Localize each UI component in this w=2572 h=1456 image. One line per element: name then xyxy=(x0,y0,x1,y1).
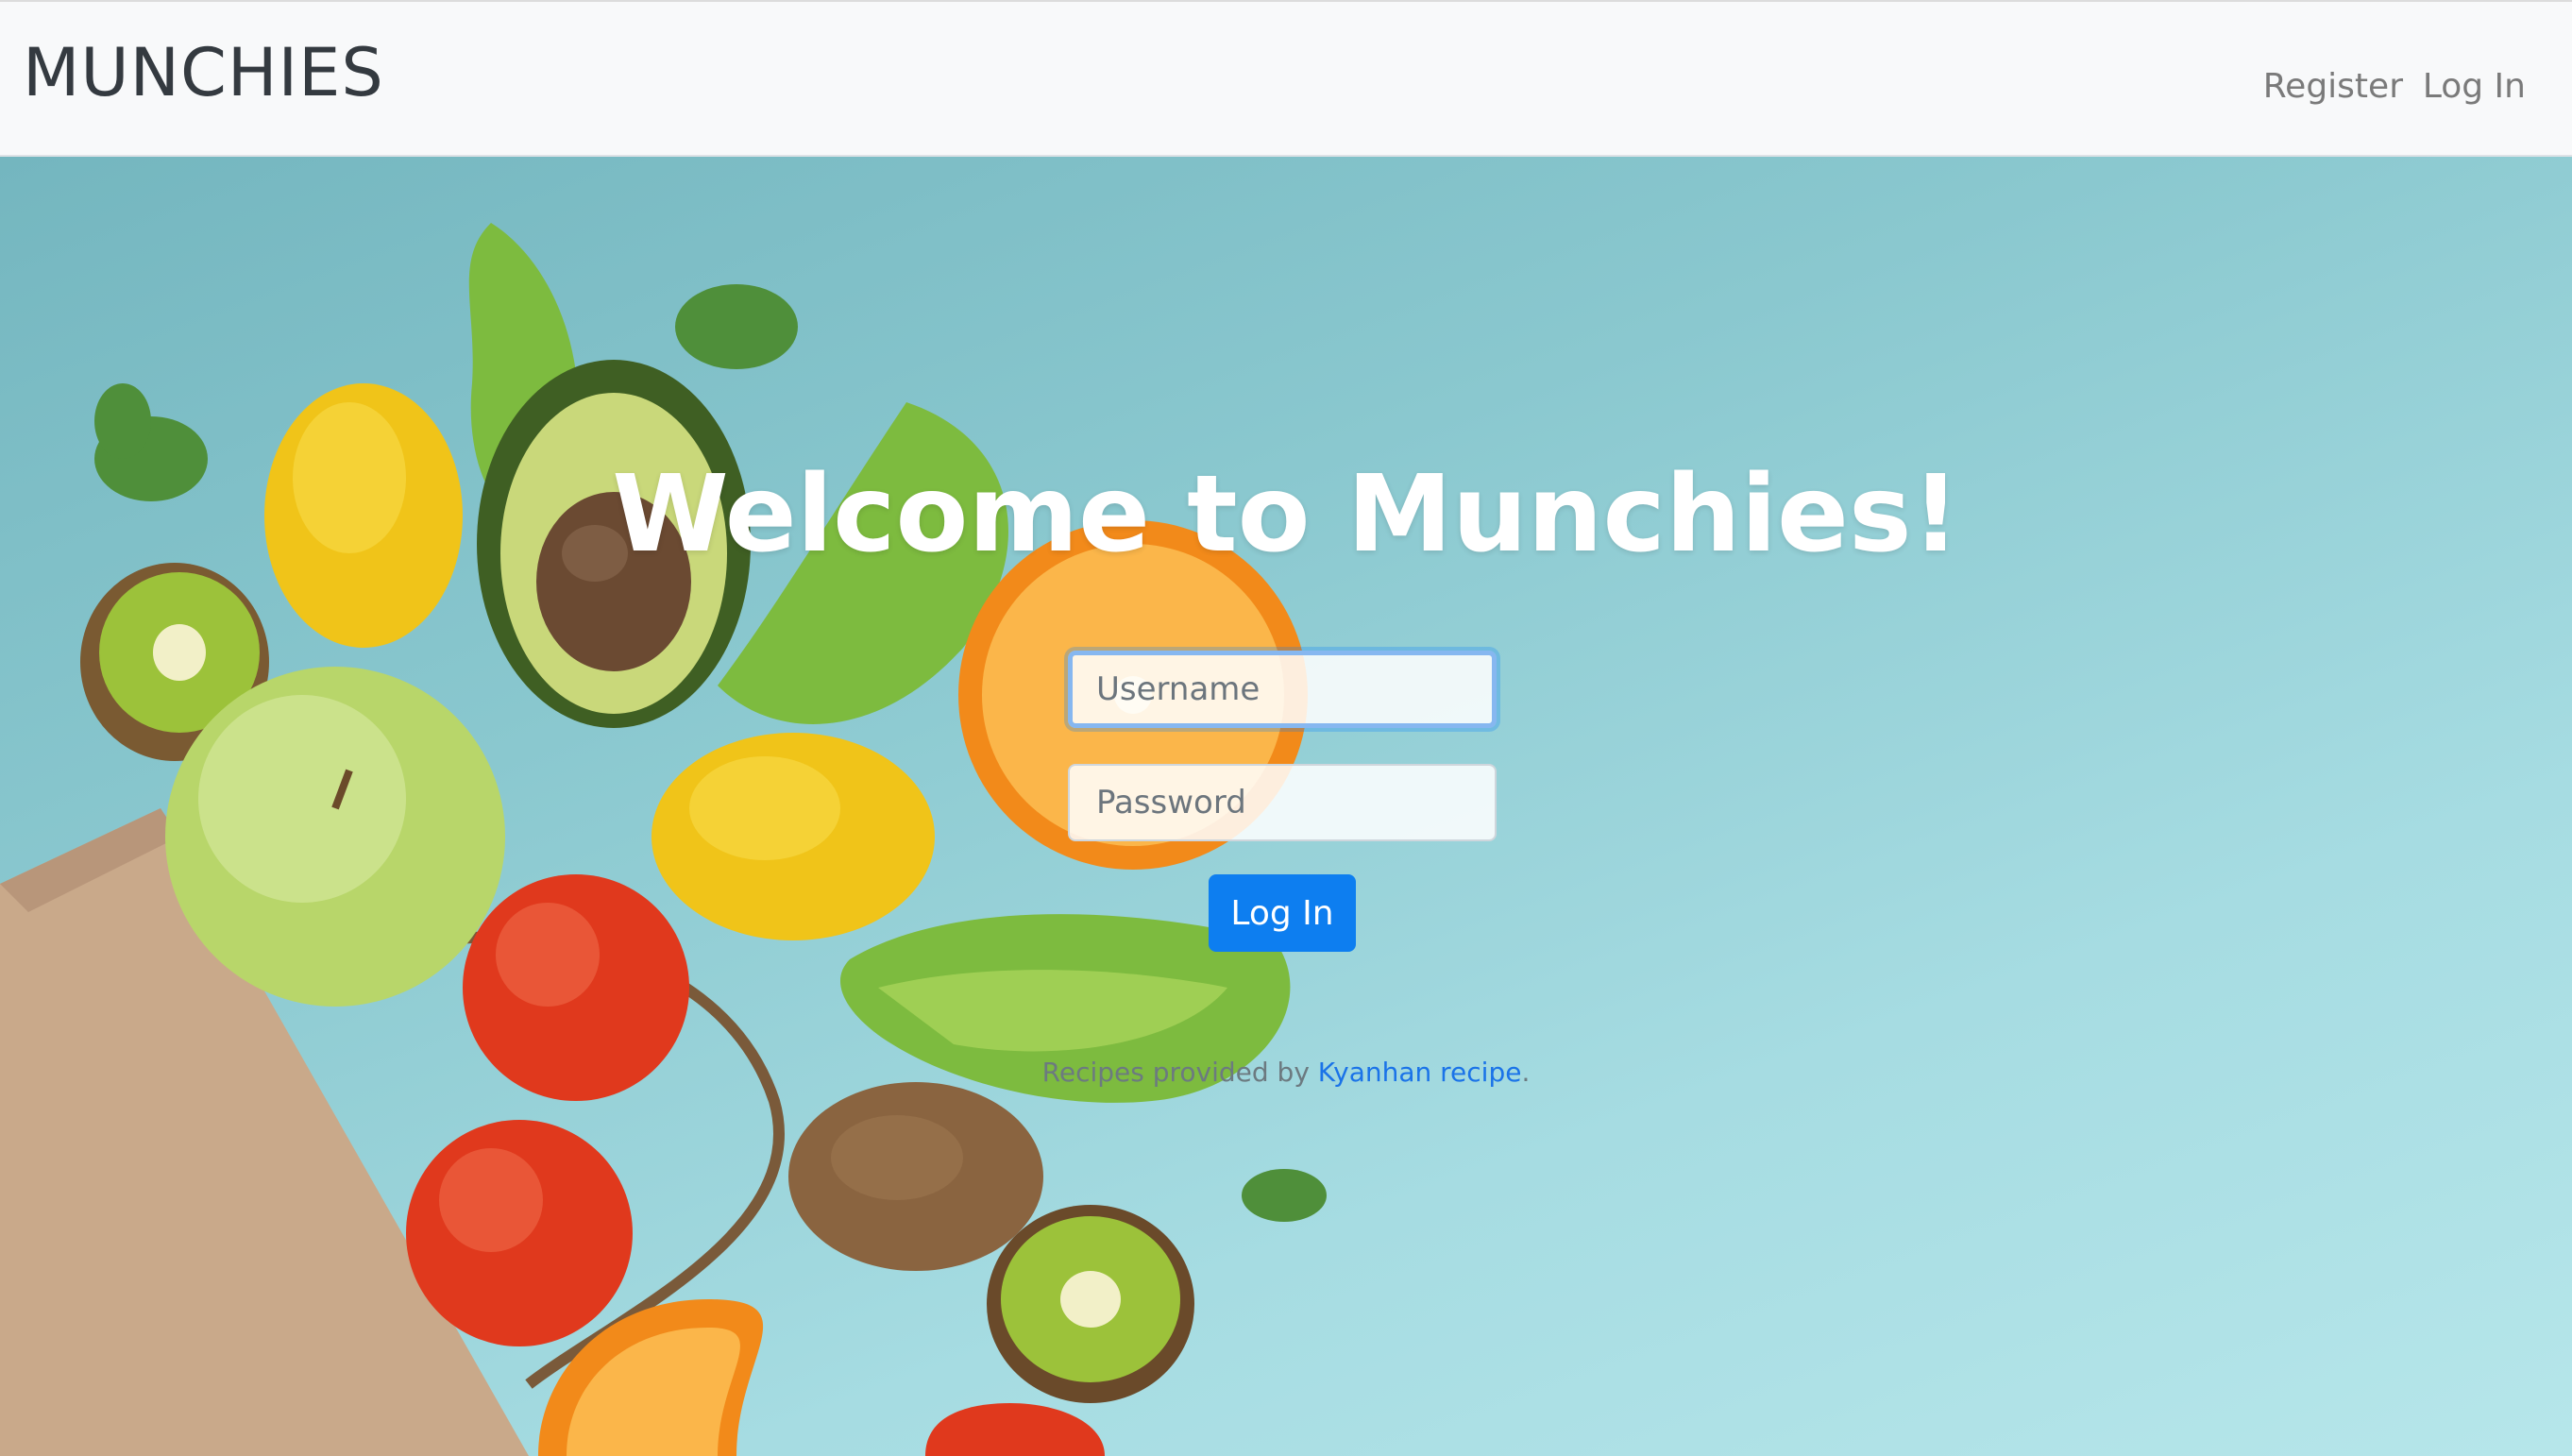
recipe-credit: Recipes provided by Kyanhan recipe. xyxy=(0,1059,2572,1086)
credit-suffix: . xyxy=(1521,1057,1531,1088)
hero-section: Welcome to Munchies! Log In Recipes prov… xyxy=(0,157,2572,1456)
navbar: MUNCHIES Register Log In xyxy=(0,0,2572,157)
nav-login-link[interactable]: Log In xyxy=(2423,70,2526,104)
credit-prefix: Recipes provided by xyxy=(1041,1057,1318,1088)
password-input[interactable] xyxy=(1068,764,1497,841)
brand-logo[interactable]: MUNCHIES xyxy=(23,40,384,106)
nav-register-link[interactable]: Register xyxy=(2263,70,2403,104)
credit-link[interactable]: Kyanhan recipe xyxy=(1318,1057,1522,1088)
login-button[interactable]: Log In xyxy=(1209,874,1356,952)
welcome-heading: Welcome to Munchies! xyxy=(612,453,1960,576)
username-input[interactable] xyxy=(1068,651,1497,728)
